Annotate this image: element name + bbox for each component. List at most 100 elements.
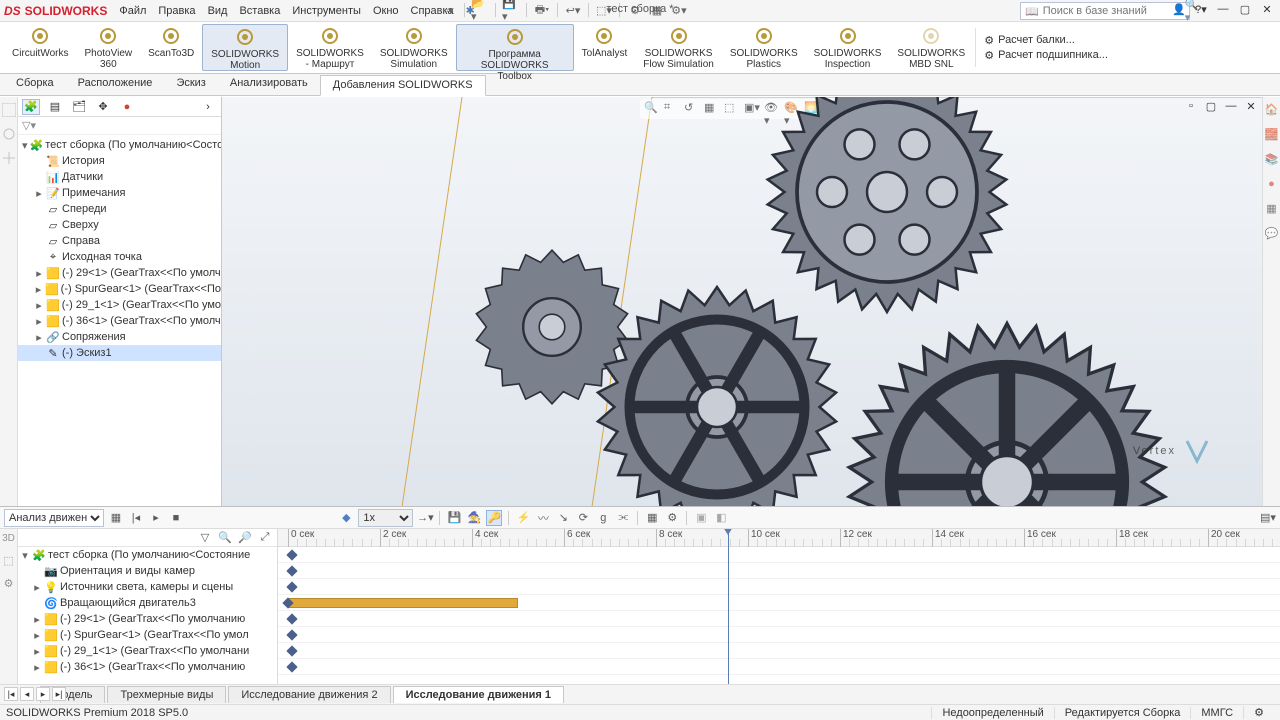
damper-icon[interactable]: ⫘	[615, 510, 631, 526]
tab-Добавления SOLIDWORKS[interactable]: Добавления SOLIDWORKS	[320, 75, 486, 96]
tab-Сборка[interactable]: Сборка	[4, 74, 66, 95]
rail-icon[interactable]	[2, 103, 16, 117]
tree-node[interactable]: ▱Сверху	[18, 217, 221, 233]
expand-icon[interactable]: ◧	[713, 510, 729, 526]
user-icon[interactable]: 👤	[1172, 2, 1186, 16]
timeline-row[interactable]	[278, 579, 1280, 595]
timeline-row[interactable]	[278, 547, 1280, 563]
keyframe-icon[interactable]	[286, 549, 297, 560]
graphics-viewport[interactable]: 🔍 ⌗ ↺ ▦ ⬚ ▣▾ 👁▾ 🎨▾ 🌅▾ ⚙▾ ▫ ▢ — ✕ Vertex	[222, 97, 1262, 506]
tree-node[interactable]: 📜История	[18, 153, 221, 169]
motion-timeline[interactable]: 0 сек2 сек4 сек6 сек8 сек10 сек12 сек14 …	[278, 529, 1280, 684]
tree-node[interactable]: ▸🟨(-) 36<1> (GearTrax<<По умолч	[18, 313, 221, 329]
ribbon-solidworks-inspection[interactable]: SOLIDWORKSInspection	[806, 24, 890, 71]
menu-view[interactable]: Вид	[208, 5, 228, 17]
ribbon-программа-solidworks toolbox[interactable]: ПрограммаSOLIDWORKS Toolbox	[456, 24, 574, 71]
keyframe-icon[interactable]	[286, 629, 297, 640]
motion-tab[interactable]: Исследование движения 1	[393, 686, 564, 703]
orientation-icon[interactable]: ⬚	[724, 101, 740, 117]
keyframe-icon[interactable]	[286, 661, 297, 672]
minimize-icon[interactable]: —	[1216, 2, 1230, 16]
autokey-icon[interactable]: 🔑	[486, 510, 502, 526]
motion-tree-node[interactable]: 📷Ориентация и виды камер	[18, 563, 277, 579]
gear-spoked-center[interactable]	[592, 282, 842, 506]
motion-tree[interactable]: ▽ 🔍 🔎 ⤢ ▾🧩тест сборка (По умолчанию<Сост…	[18, 529, 278, 684]
doc-max-icon[interactable]: ▢	[1204, 99, 1218, 113]
timeline-row[interactable]	[278, 659, 1280, 675]
ribbon-solidworks-flow simulation[interactable]: SOLIDWORKSFlow Simulation	[635, 24, 722, 71]
gravity-icon[interactable]: g	[595, 510, 611, 526]
tree-node[interactable]: ▸🔗Сопряжения	[18, 329, 221, 345]
study-type-dropdown[interactable]: Анализ движения	[4, 509, 104, 527]
appearance-tab-icon[interactable]: ●	[118, 99, 136, 115]
ribbon-circuitworks-[interactable]: CircuitWorks	[4, 24, 76, 71]
timeline-row[interactable]	[278, 627, 1280, 643]
zoom-out-icon[interactable]: 🔎	[237, 530, 253, 546]
tab-first-icon[interactable]: |◂	[4, 687, 18, 701]
knowledge-search[interactable]: 📖 🔍▾	[1020, 2, 1190, 20]
tab-next-icon[interactable]: ▸	[36, 687, 50, 701]
status-units[interactable]: ММГС	[1190, 707, 1243, 719]
doc-min-icon[interactable]: —	[1224, 99, 1238, 113]
ribbon-calc-item[interactable]: ⚙Расчет балки...	[984, 34, 1108, 47]
calculate-icon[interactable]: ▦	[108, 510, 124, 526]
tab-prev-icon[interactable]: ◂	[20, 687, 34, 701]
collapse-icon[interactable]: ▣	[693, 510, 709, 526]
tab-last-icon[interactable]: ▸|	[52, 687, 66, 701]
tab-Эскиз[interactable]: Эскиз	[164, 74, 217, 95]
home-icon[interactable]: 🏠	[1265, 103, 1279, 116]
tree-node[interactable]: ▸🟨(-) 29_1<1> (GearTrax<<По умо	[18, 297, 221, 313]
ribbon-photoview-360[interactable]: PhotoView360	[76, 24, 140, 71]
keyframe-icon[interactable]	[286, 613, 297, 624]
menu-insert[interactable]: Вставка	[239, 5, 280, 17]
results-icon[interactable]: ▦	[644, 510, 660, 526]
tree-node[interactable]: ▸🟨(-) 29<1> (GearTrax<<По умолч	[18, 265, 221, 281]
keyframe-icon[interactable]	[286, 645, 297, 656]
motion-tree-node[interactable]: ▸🟨(-) 29<1> (GearTrax<<По умолчанию	[18, 611, 277, 627]
zoom-window-icon[interactable]: ⌗	[664, 101, 680, 117]
contact-icon[interactable]: ⟳	[575, 510, 591, 526]
section-view-icon[interactable]: ▦	[704, 101, 720, 117]
library-icon[interactable]: 📚	[1265, 153, 1279, 166]
timeline-ruler[interactable]: 0 сек2 сек4 сек6 сек8 сек10 сек12 сек14 …	[278, 529, 1280, 547]
display-tab-icon[interactable]: ✥	[94, 99, 112, 115]
rail-icon[interactable]	[2, 127, 16, 141]
playback-slider-icon[interactable]: ◆	[338, 510, 354, 526]
motion-tree-node[interactable]: ▸🟨(-) SpurGear<1> (GearTrax<<По умол	[18, 627, 277, 643]
custom-props-icon[interactable]: ▦	[1266, 202, 1276, 215]
doc-restore-icon[interactable]: ▫	[1184, 99, 1198, 113]
play-start-icon[interactable]: |◂	[128, 510, 144, 526]
display-style-icon[interactable]: ▣▾	[744, 101, 760, 117]
gear-large-right[interactable]	[842, 317, 1172, 506]
prev-view-icon[interactable]: ↺	[684, 101, 700, 117]
status-icon[interactable]: ⚙	[1243, 706, 1274, 719]
tree-node[interactable]: ✎(-) Эскиз1	[18, 345, 221, 361]
motion-tab[interactable]: Исследование движения 2	[228, 686, 390, 703]
timeline-view-icon[interactable]: ▤▾	[1260, 510, 1276, 526]
keyframe-icon[interactable]	[286, 565, 297, 576]
motion-settings-icon[interactable]: ⚙	[664, 510, 680, 526]
force-icon[interactable]: ↘	[555, 510, 571, 526]
property-tab-icon[interactable]: ▤	[46, 99, 64, 115]
timeline-row[interactable]	[278, 563, 1280, 579]
ribbon-solidworks-plastics[interactable]: SOLIDWORKSPlastics	[722, 24, 806, 71]
search-input[interactable]	[1043, 5, 1185, 17]
tree-node[interactable]: ▱Спереди	[18, 201, 221, 217]
tree-node[interactable]: ▸🟨(-) SpurGear<1> (GearTrax<<По	[18, 281, 221, 297]
zoom-fit-icon[interactable]: 🔍	[644, 101, 660, 117]
timeline-row[interactable]	[278, 611, 1280, 627]
spring-icon[interactable]: 〰	[535, 510, 551, 526]
anim-wizard-icon[interactable]: 🧙	[466, 510, 482, 526]
tab-Расположение[interactable]: Расположение	[66, 74, 165, 95]
ribbon-solidworks-- маршрут[interactable]: SOLIDWORKS- Маршрут	[288, 24, 372, 71]
tree-filter-row[interactable]: ▽▾	[18, 117, 221, 135]
menu-edit[interactable]: Правка	[158, 5, 195, 17]
timeline-rows[interactable]	[278, 547, 1280, 675]
tree-root[interactable]: ▾🧩тест сборка (По умолчанию<Состо	[18, 137, 221, 153]
motion-rail-icon[interactable]: ⬚	[3, 554, 13, 567]
filter-icon[interactable]: ▽	[197, 530, 213, 546]
help-icon[interactable]: ?▾	[1194, 2, 1208, 16]
feature-tree[interactable]: ▾🧩тест сборка (По умолчанию<Состо📜Истори…	[18, 135, 221, 506]
rail-icon[interactable]	[2, 151, 16, 165]
timeline-playhead[interactable]	[728, 529, 729, 684]
